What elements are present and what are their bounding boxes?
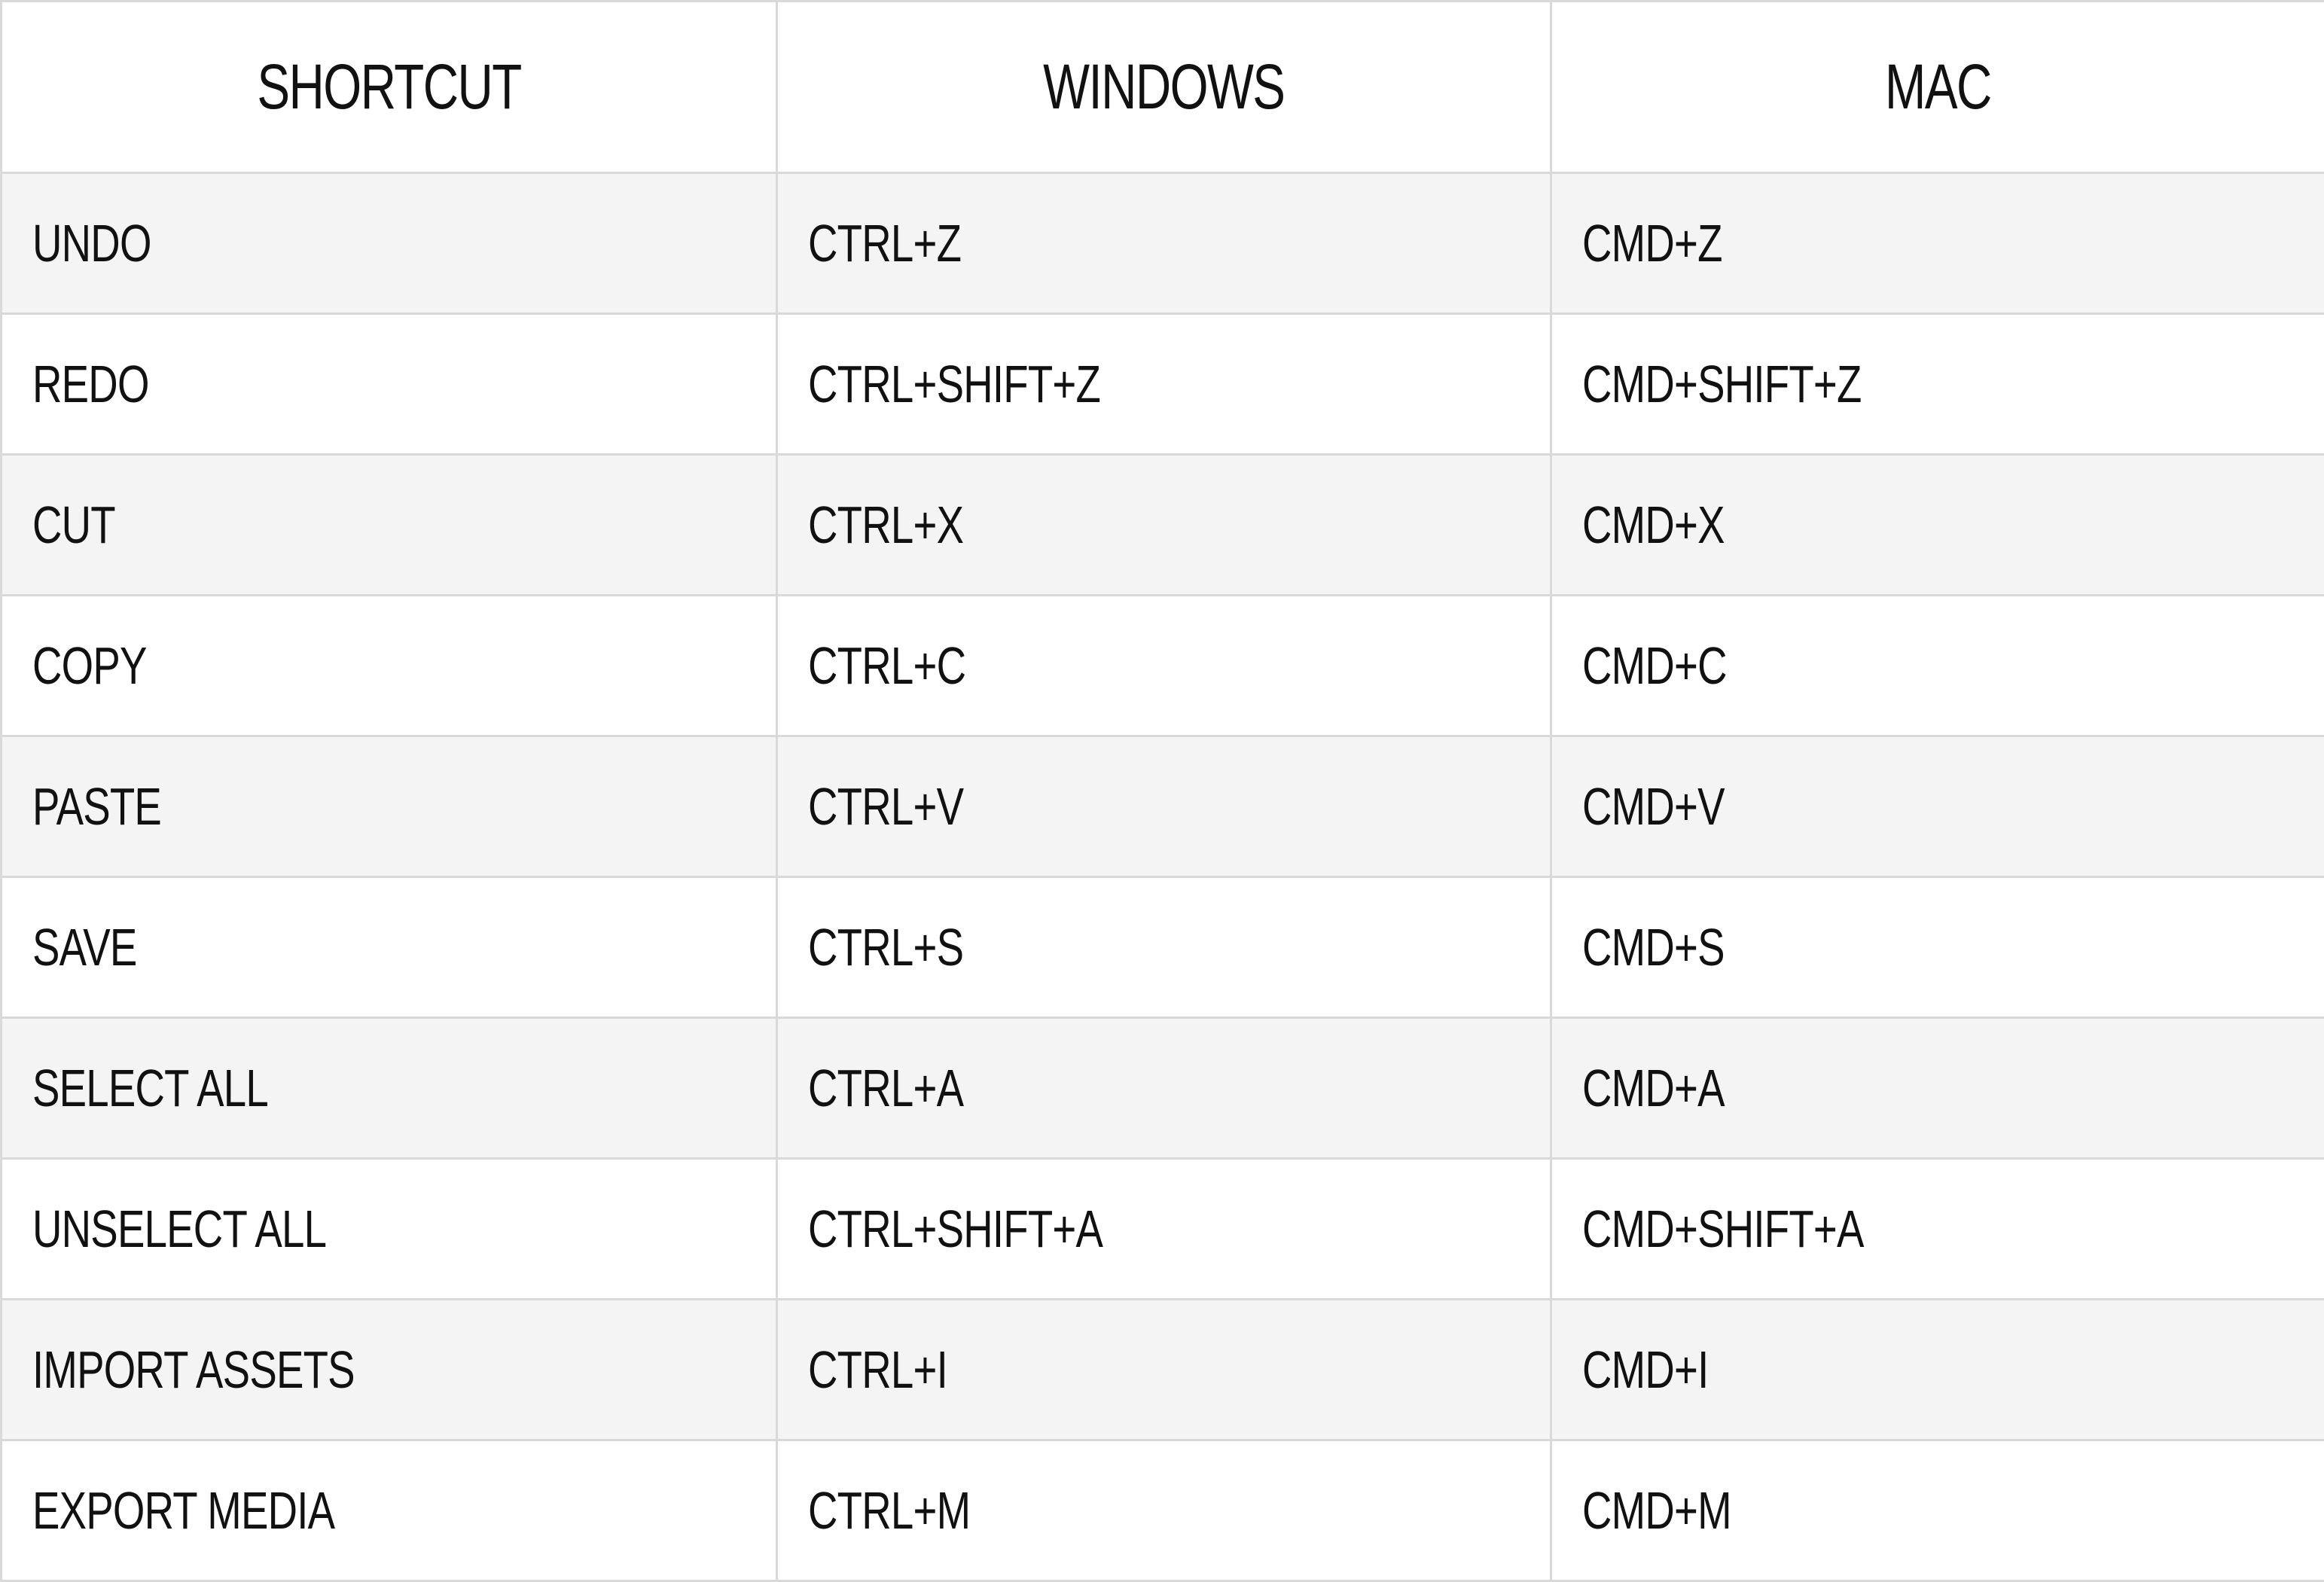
cell-shortcut: UNSELECT ALL: [2, 1159, 777, 1300]
cell-text: CMD+S: [1582, 917, 1725, 977]
cell-text: COPY: [32, 636, 147, 696]
table-row: IMPORT ASSETS CTRL+I CMD+I: [2, 1300, 2324, 1440]
cell-text: CTRL+S: [808, 917, 963, 977]
cell-shortcut: COPY: [2, 596, 777, 736]
header-windows-label: WINDOWS: [1043, 50, 1284, 123]
cell-text: REDO: [32, 354, 149, 414]
table-row: SAVE CTRL+S CMD+S: [2, 877, 2324, 1018]
cell-text: CUT: [32, 495, 115, 555]
cell-mac: CMD+X: [1551, 455, 2324, 596]
cell-text: CTRL+Z: [808, 213, 961, 273]
cell-text: CMD+I: [1582, 1340, 1709, 1400]
cell-text: CTRL+SHIFT+Z: [808, 354, 1100, 414]
cell-text: PASTE: [32, 776, 161, 837]
cell-mac: CMD+S: [1551, 877, 2324, 1018]
cell-text: CMD+M: [1582, 1480, 1731, 1541]
cell-mac: CMD+V: [1551, 736, 2324, 877]
cell-text: CMD+X: [1582, 495, 1725, 555]
table-row: PASTE CTRL+V CMD+V: [2, 736, 2324, 877]
cell-text: SELECT ALL: [32, 1058, 268, 1118]
cell-text: EXPORT MEDIA: [32, 1480, 334, 1541]
cell-text: CMD+A: [1582, 1058, 1725, 1118]
cell-text: IMPORT ASSETS: [32, 1340, 355, 1400]
cell-shortcut: REDO: [2, 314, 777, 455]
cell-shortcut: CUT: [2, 455, 777, 596]
cell-windows: CTRL+A: [777, 1018, 1551, 1159]
shortcuts-table-container: SHORTCUT WINDOWS MAC UNDO CTRL+Z CMD+Z R…: [0, 0, 2324, 1581]
cell-shortcut: SAVE: [2, 877, 777, 1018]
cell-text: CTRL+C: [808, 636, 965, 696]
cell-windows: CTRL+I: [777, 1300, 1551, 1440]
cell-mac: CMD+SHIFT+A: [1551, 1159, 2324, 1300]
table-row: SELECT ALL CTRL+A CMD+A: [2, 1018, 2324, 1159]
cell-text: CTRL+I: [808, 1340, 947, 1400]
cell-text: SAVE: [32, 917, 136, 977]
shortcuts-table: SHORTCUT WINDOWS MAC UNDO CTRL+Z CMD+Z R…: [0, 0, 2324, 1582]
cell-text: CMD+SHIFT+A: [1582, 1199, 1864, 1259]
cell-text: CMD+C: [1582, 636, 1727, 696]
cell-windows: CTRL+SHIFT+A: [777, 1159, 1551, 1300]
header-shortcut-label: SHORTCUT: [257, 50, 520, 123]
table-row: COPY CTRL+C CMD+C: [2, 596, 2324, 736]
table-row: EXPORT MEDIA CTRL+M CMD+M: [2, 1440, 2324, 1581]
table-row: REDO CTRL+SHIFT+Z CMD+SHIFT+Z: [2, 314, 2324, 455]
cell-text: CTRL+V: [808, 776, 963, 837]
cell-text: UNDO: [32, 213, 151, 273]
cell-text: CTRL+SHIFT+A: [808, 1199, 1103, 1259]
cell-windows: CTRL+C: [777, 596, 1551, 736]
cell-shortcut: EXPORT MEDIA: [2, 1440, 777, 1581]
cell-mac: CMD+A: [1551, 1018, 2324, 1159]
cell-text: UNSELECT ALL: [32, 1199, 326, 1259]
table-row: UNDO CTRL+Z CMD+Z: [2, 173, 2324, 314]
cell-text: CTRL+X: [808, 495, 963, 555]
cell-mac: CMD+Z: [1551, 173, 2324, 314]
cell-shortcut: UNDO: [2, 173, 777, 314]
cell-windows: CTRL+S: [777, 877, 1551, 1018]
header-mac: MAC: [1551, 2, 2324, 173]
cell-mac: CMD+SHIFT+Z: [1551, 314, 2324, 455]
cell-text: CMD+V: [1582, 776, 1725, 837]
cell-shortcut: IMPORT ASSETS: [2, 1300, 777, 1440]
cell-windows: CTRL+X: [777, 455, 1551, 596]
table-row: CUT CTRL+X CMD+X: [2, 455, 2324, 596]
cell-text: CTRL+M: [808, 1480, 970, 1541]
cell-shortcut: SELECT ALL: [2, 1018, 777, 1159]
cell-text: CMD+Z: [1582, 213, 1722, 273]
table-row: UNSELECT ALL CTRL+SHIFT+A CMD+SHIFT+A: [2, 1159, 2324, 1300]
cell-text: CMD+SHIFT+Z: [1582, 354, 1862, 414]
cell-windows: CTRL+M: [777, 1440, 1551, 1581]
cell-windows: CTRL+Z: [777, 173, 1551, 314]
cell-mac: CMD+C: [1551, 596, 2324, 736]
cell-windows: CTRL+V: [777, 736, 1551, 877]
table-header-row: SHORTCUT WINDOWS MAC: [2, 2, 2324, 173]
cell-windows: CTRL+SHIFT+Z: [777, 314, 1551, 455]
header-shortcut: SHORTCUT: [2, 2, 777, 173]
cell-text: CTRL+A: [808, 1058, 963, 1118]
header-windows: WINDOWS: [777, 2, 1551, 173]
cell-mac: CMD+M: [1551, 1440, 2324, 1581]
header-mac-label: MAC: [1885, 50, 1991, 123]
cell-shortcut: PASTE: [2, 736, 777, 877]
cell-mac: CMD+I: [1551, 1300, 2324, 1440]
